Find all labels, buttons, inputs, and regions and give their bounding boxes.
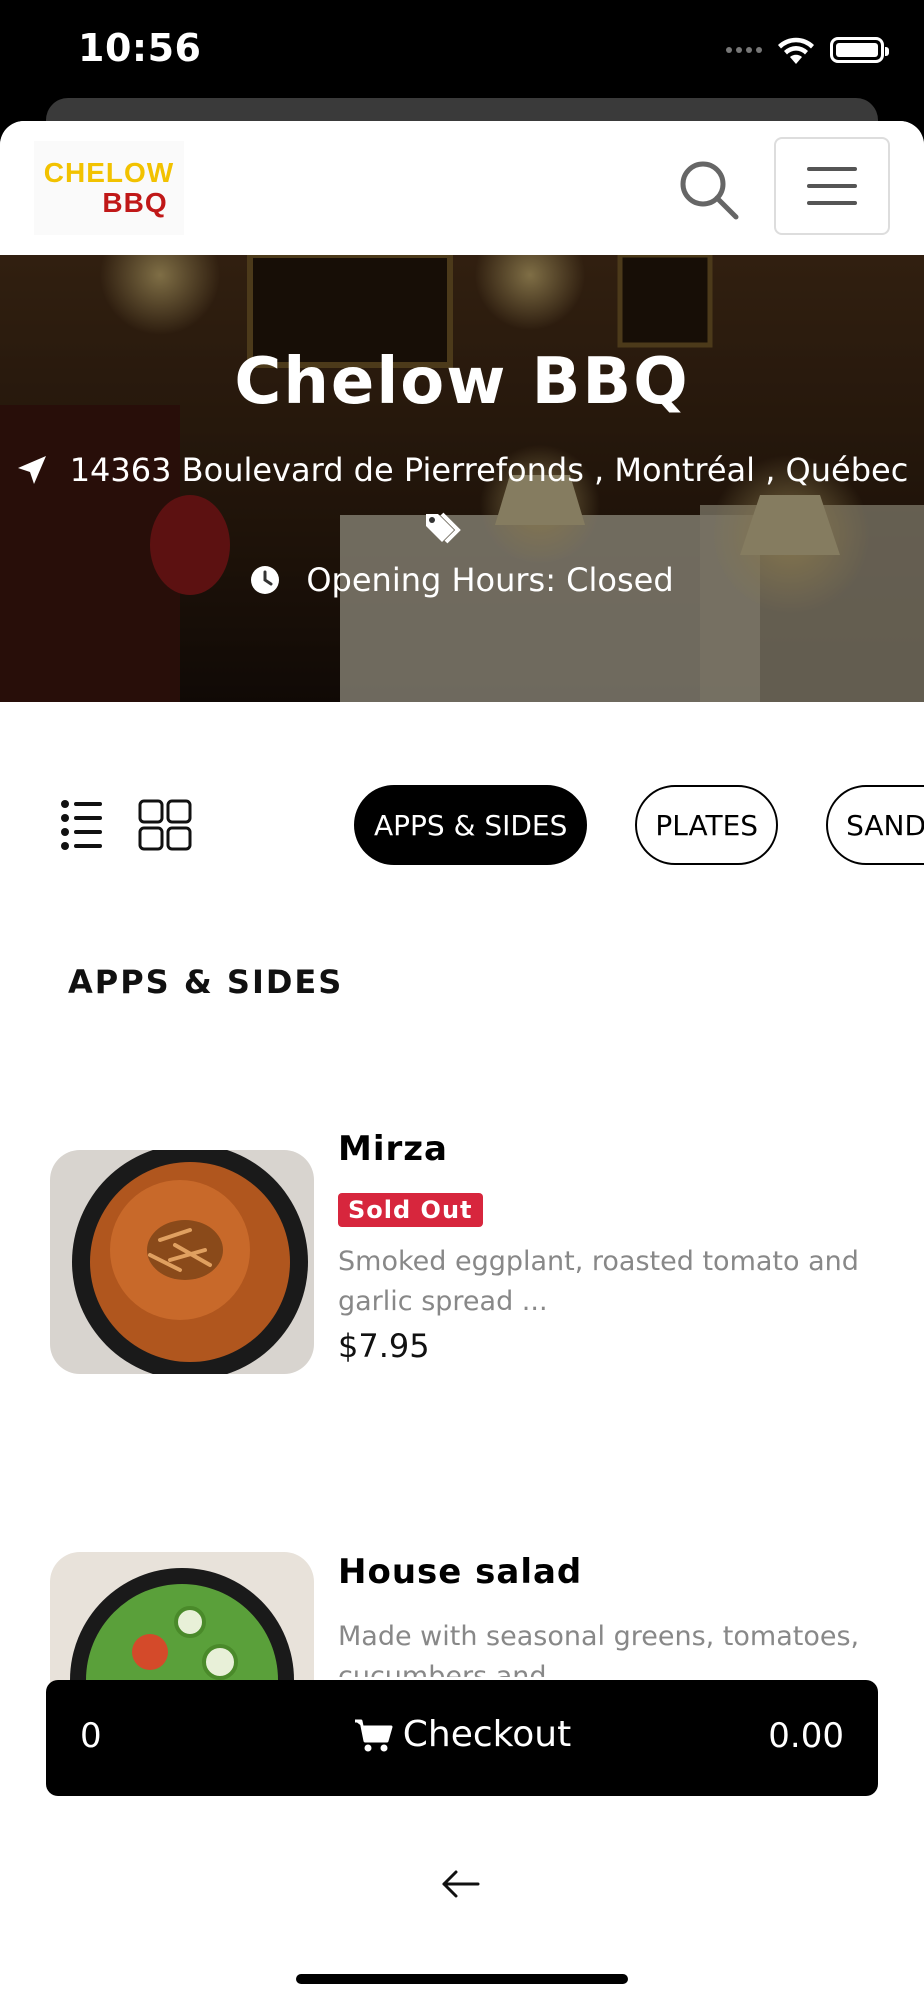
checkout-label: Checkout [402,1714,572,1755]
hamburger-menu-button[interactable] [774,137,890,235]
back-arrow-icon[interactable] [440,1866,482,1902]
item-name: House salad [338,1552,583,1592]
opening-hours-text: Opening Hours: Closed [306,561,674,599]
section-title: APPS & SIDES [68,963,344,1001]
tab-sandwiches[interactable]: SANDWICHES [826,785,924,865]
opening-hours: Opening Hours: Closed [0,561,924,599]
menu-controls: APPS & SIDES PLATES SANDWICHES [0,785,924,871]
cart-total: 0.00 [768,1716,844,1756]
home-indicator[interactable] [296,1974,628,1984]
address-text: 14363 Boulevard de Pierrefonds , Montréa… [69,451,909,489]
category-tabs: APPS & SIDES PLATES SANDWICHES [354,785,924,865]
clock-icon [251,566,280,594]
hero-banner: Chelow BBQ 14363 Boulevard de Pierrefond… [0,255,924,702]
tab-plates[interactable]: PLATES [635,785,779,865]
cart-icon [354,1719,393,1751]
menu-item[interactable]: Mirza Sold Out Smoked eggplant, roasted … [0,1129,924,1389]
menu-item[interactable]: House salad Made with seasonal greens, t… [0,1552,924,1776]
item-description: Smoked eggplant, roasted tomato and garl… [338,1246,859,1317]
tags-icon[interactable] [424,510,466,546]
grid-view-icon[interactable] [138,799,192,851]
location-arrow-icon [17,456,46,484]
sold-out-badge: Sold Out [338,1193,483,1227]
mirza-dish-image [50,1150,314,1374]
list-view-icon[interactable] [60,799,104,851]
item-price: $7.95 [338,1327,430,1365]
restaurant-address[interactable]: 14363 Boulevard de Pierrefonds , Montréa… [0,451,924,489]
restaurant-logo[interactable]: CHELOW BBQ [34,141,184,235]
item-name: Mirza [338,1129,448,1169]
app-sheet: CHELOW BBQ Chelow BBQ 14363 Boulevard de… [0,121,924,2000]
restaurant-name: Chelow BBQ [234,345,690,419]
checkout-button[interactable]: Checkout [46,1714,878,1755]
app-header: CHELOW BBQ [0,121,924,255]
status-time: 10:56 [78,26,202,70]
item-description: Made with seasonal greens, tomatoes, cuc… [338,1621,860,1677]
battery-icon [830,37,889,63]
search-icon[interactable] [676,157,742,223]
cellular-signal-icon [726,47,762,53]
logo-text-line1: CHELOW [43,157,175,188]
status-icons [726,34,889,66]
tab-apps-sides[interactable]: APPS & SIDES [354,785,588,865]
wifi-icon [778,37,814,64]
logo-text-line2: BBQ [102,187,168,218]
checkout-bar[interactable]: 0 Checkout 0.00 [46,1680,878,1796]
